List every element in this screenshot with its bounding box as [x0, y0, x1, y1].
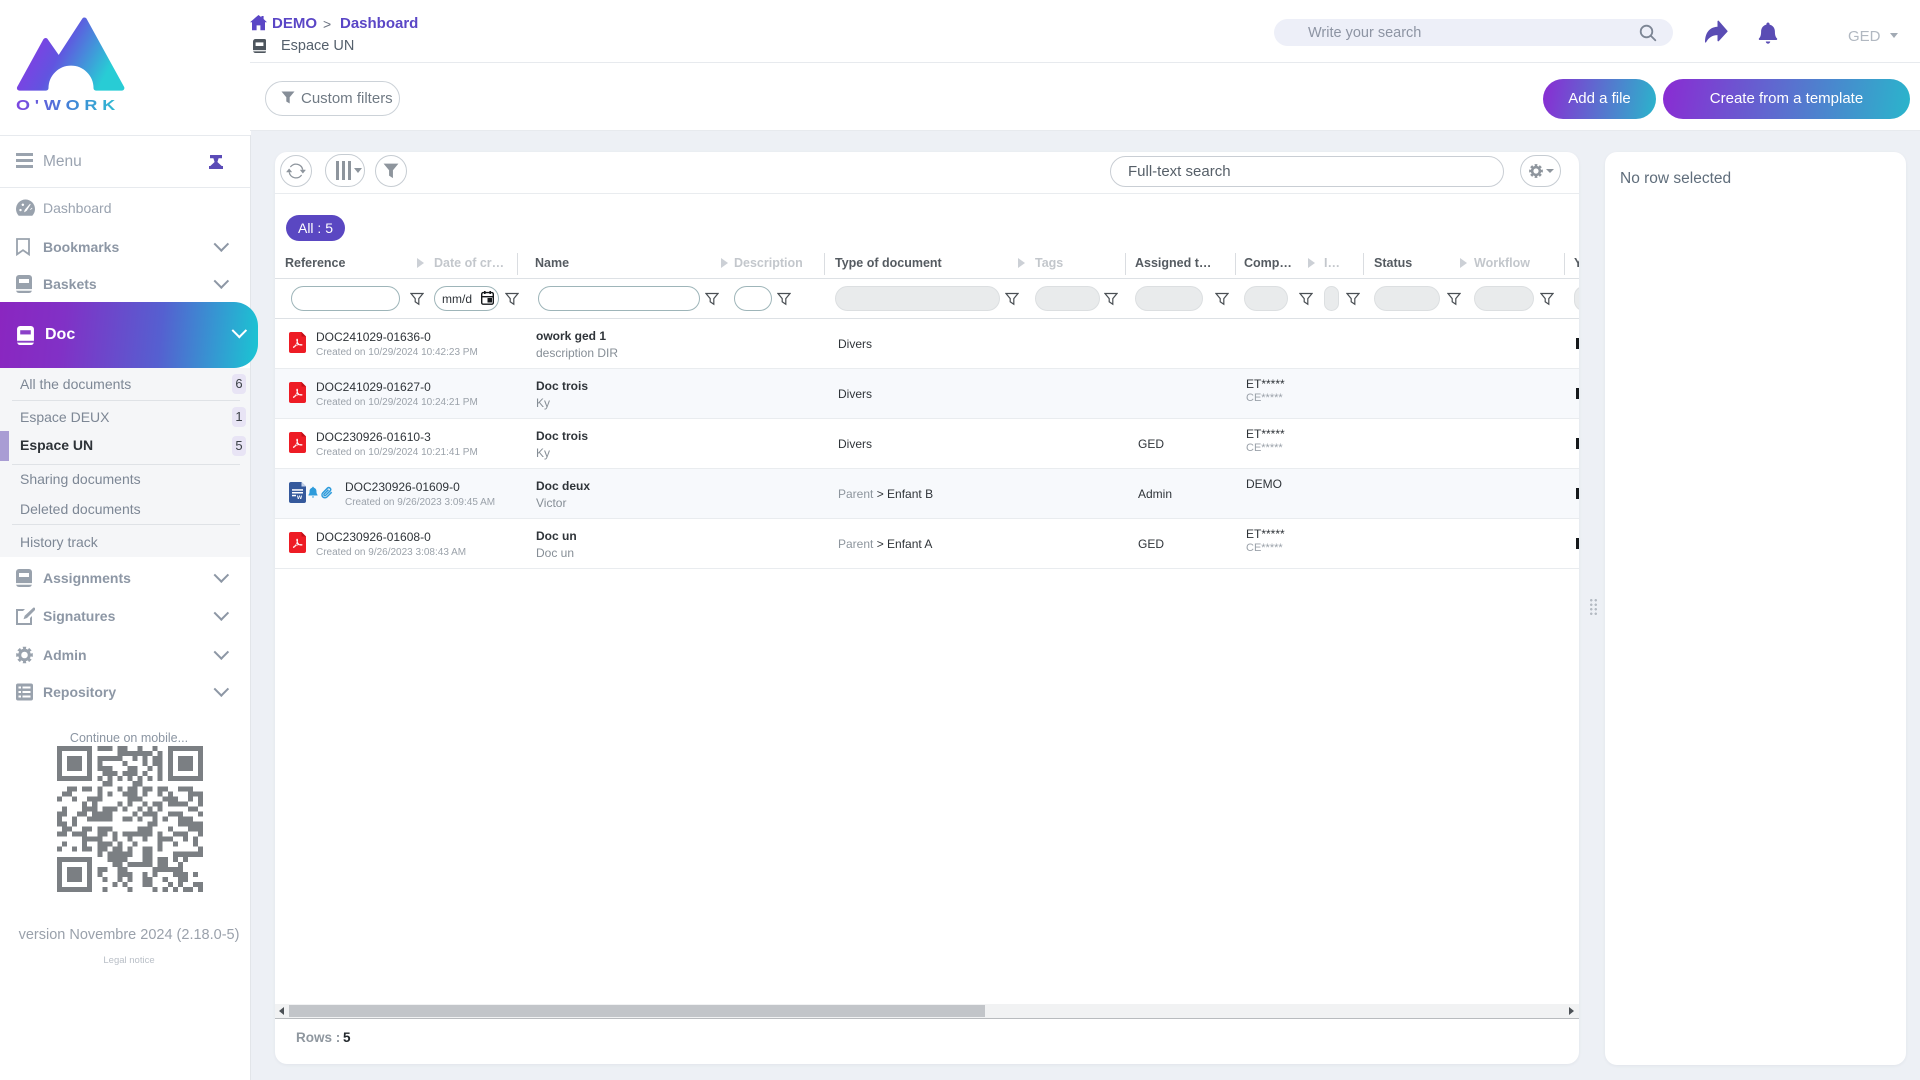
- svg-text:O'WORK: O'WORK: [16, 97, 120, 114]
- svg-text:w: w: [296, 494, 303, 501]
